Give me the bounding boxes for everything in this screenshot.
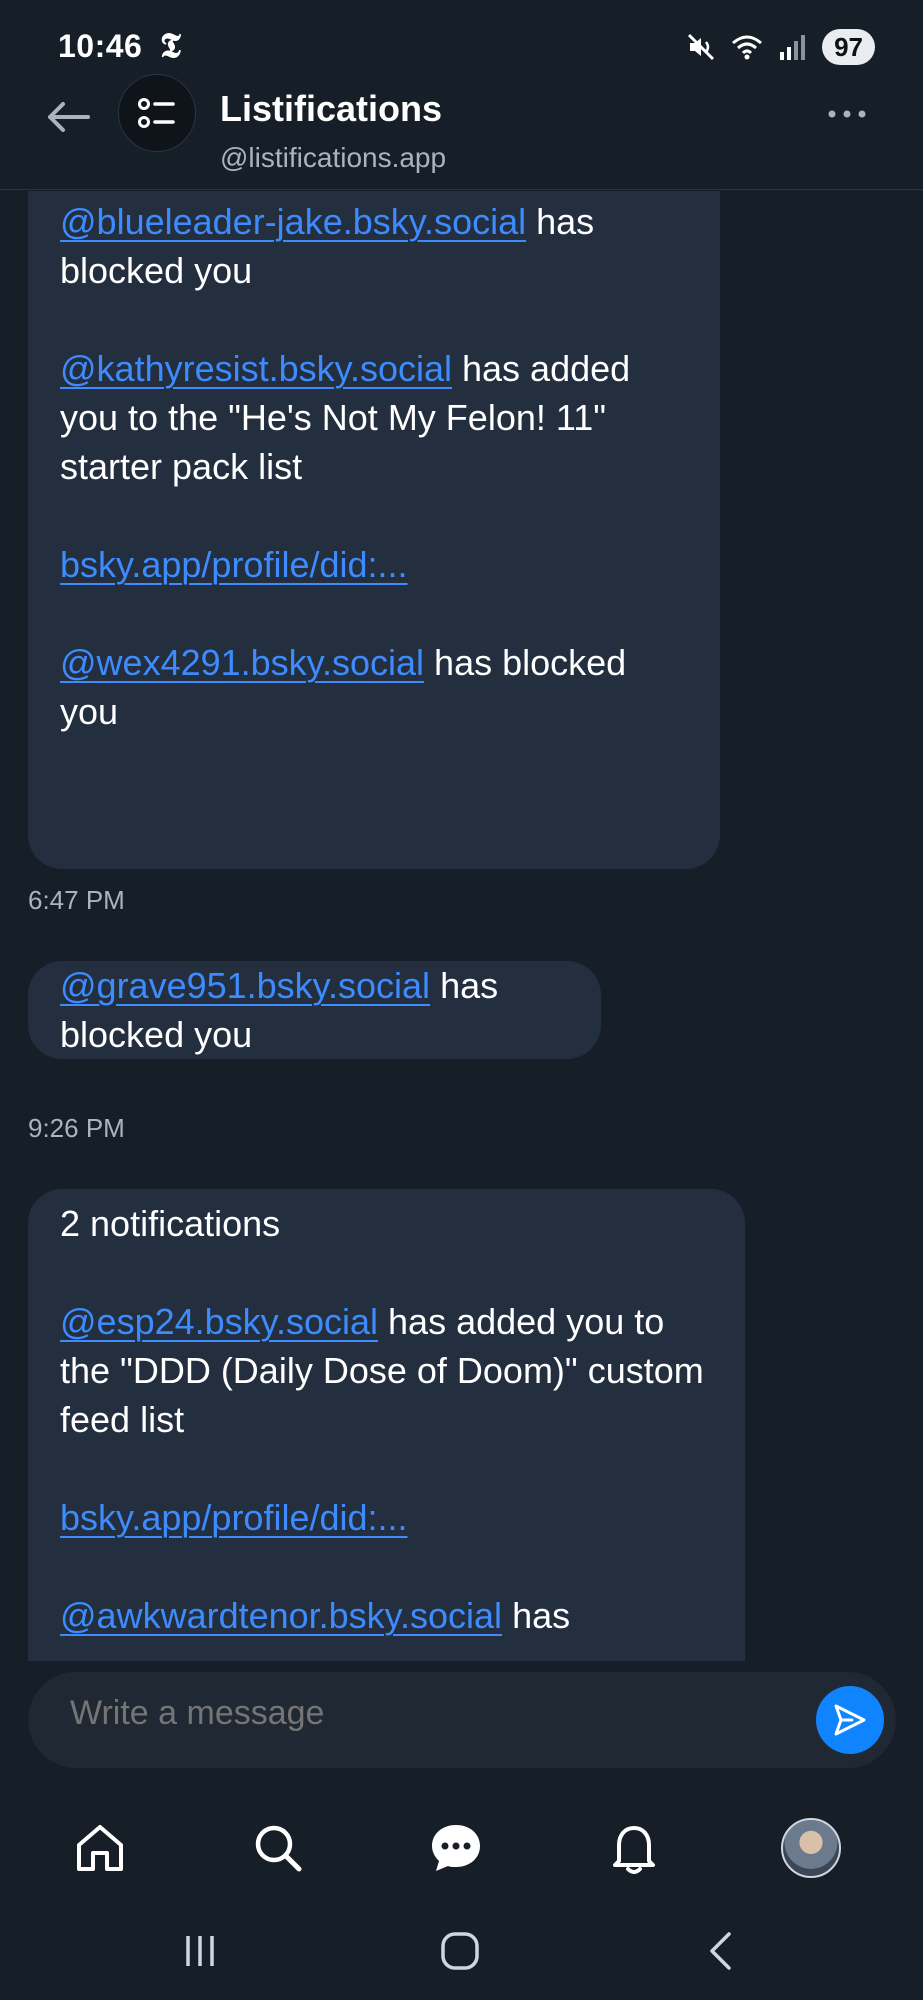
wifi-icon [732, 35, 763, 60]
battery-indicator: 97 [822, 29, 875, 65]
conversation-handle[interactable]: @listifications.app [220, 142, 446, 174]
nav-home[interactable] [70, 1818, 130, 1878]
nav-search[interactable] [248, 1818, 308, 1878]
conversation-name[interactable]: Listifications [220, 88, 442, 130]
message-intro: 2 notifications [60, 1203, 281, 1244]
message-timestamp: 9:26 PM [28, 1113, 125, 1143]
nav-chat[interactable] [426, 1818, 486, 1878]
message-bubble: 2 notifications @esp24.bsky.social has a… [28, 1189, 745, 1661]
profile-link[interactable]: bsky.app/profile/did:... [60, 544, 408, 585]
conversation-avatar[interactable] [118, 74, 196, 152]
mute-icon [688, 33, 715, 61]
profile-link[interactable]: bsky.app/profile/did:... [60, 1497, 408, 1538]
message-line: @kathyresist.bsky.social has added you t… [60, 344, 688, 491]
nav-profile-avatar[interactable] [781, 1818, 841, 1878]
message-line: @esp24.bsky.social has added you to the … [60, 1297, 713, 1444]
message-composer [28, 1672, 896, 1768]
message-text: has [502, 1595, 571, 1636]
status-icons: 97 [686, 28, 875, 66]
back-button[interactable] [40, 92, 96, 142]
chat-icon [432, 1825, 480, 1871]
back-system-button[interactable] [690, 1926, 750, 1976]
home-icon [77, 1825, 123, 1871]
more-options-button[interactable] [823, 94, 871, 134]
user-handle-link[interactable]: @blueleader-jake.bsky.social [60, 201, 526, 242]
user-handle-link[interactable]: @grave951.bsky.social [60, 965, 430, 1006]
message-input[interactable] [70, 1694, 770, 1733]
message-timestamp: 6:47 PM [28, 885, 125, 915]
recent-apps-icon [186, 1936, 214, 1966]
user-handle-link[interactable]: @awkwardtenor.bsky.social [60, 1595, 502, 1636]
conversation-header: Listifications @listifications.app [0, 74, 923, 190]
user-handle-link[interactable]: @kathyresist.bsky.social [60, 348, 452, 389]
recent-apps-button[interactable] [170, 1926, 230, 1976]
message-line: @grave951.bsky.social has blocked you [60, 961, 569, 1059]
user-handle-link[interactable]: @wex4291.bsky.social [60, 642, 424, 683]
chevron-left-icon [710, 1932, 731, 1970]
nav-notifications[interactable] [604, 1818, 664, 1878]
home-circle-icon [441, 1932, 479, 1970]
message-line: @blueleader-jake.bsky.social has blocked… [60, 197, 688, 295]
bottom-nav [0, 1800, 923, 1890]
send-button[interactable] [816, 1686, 884, 1754]
more-icon [828, 110, 866, 118]
message-list[interactable]: @blueleader-jake.bsky.social has blocked… [0, 191, 923, 1661]
signal-icon [780, 35, 806, 60]
back-arrow-icon [48, 102, 90, 132]
message-line: @awkwardtenor.bsky.social has [60, 1591, 713, 1640]
message-line: @wex4291.bsky.social has blocked you [60, 638, 688, 736]
user-handle-link[interactable]: @esp24.bsky.social [60, 1301, 378, 1342]
system-nav-bar [0, 1900, 923, 2000]
message-line: bsky.app/profile/did:... [60, 540, 688, 589]
bell-icon [613, 1826, 655, 1874]
message-bubble: @blueleader-jake.bsky.social has blocked… [28, 191, 720, 869]
nyt-icon: 𝕿 [160, 26, 181, 66]
status-time: 10:46 [58, 28, 143, 64]
list-icon [138, 98, 175, 128]
message-bubble: @grave951.bsky.social has blocked you [28, 961, 601, 1059]
home-system-button[interactable] [430, 1926, 490, 1976]
send-icon [834, 1704, 866, 1736]
message-line: bsky.app/profile/did:... [60, 1493, 713, 1542]
search-icon [255, 1825, 302, 1872]
